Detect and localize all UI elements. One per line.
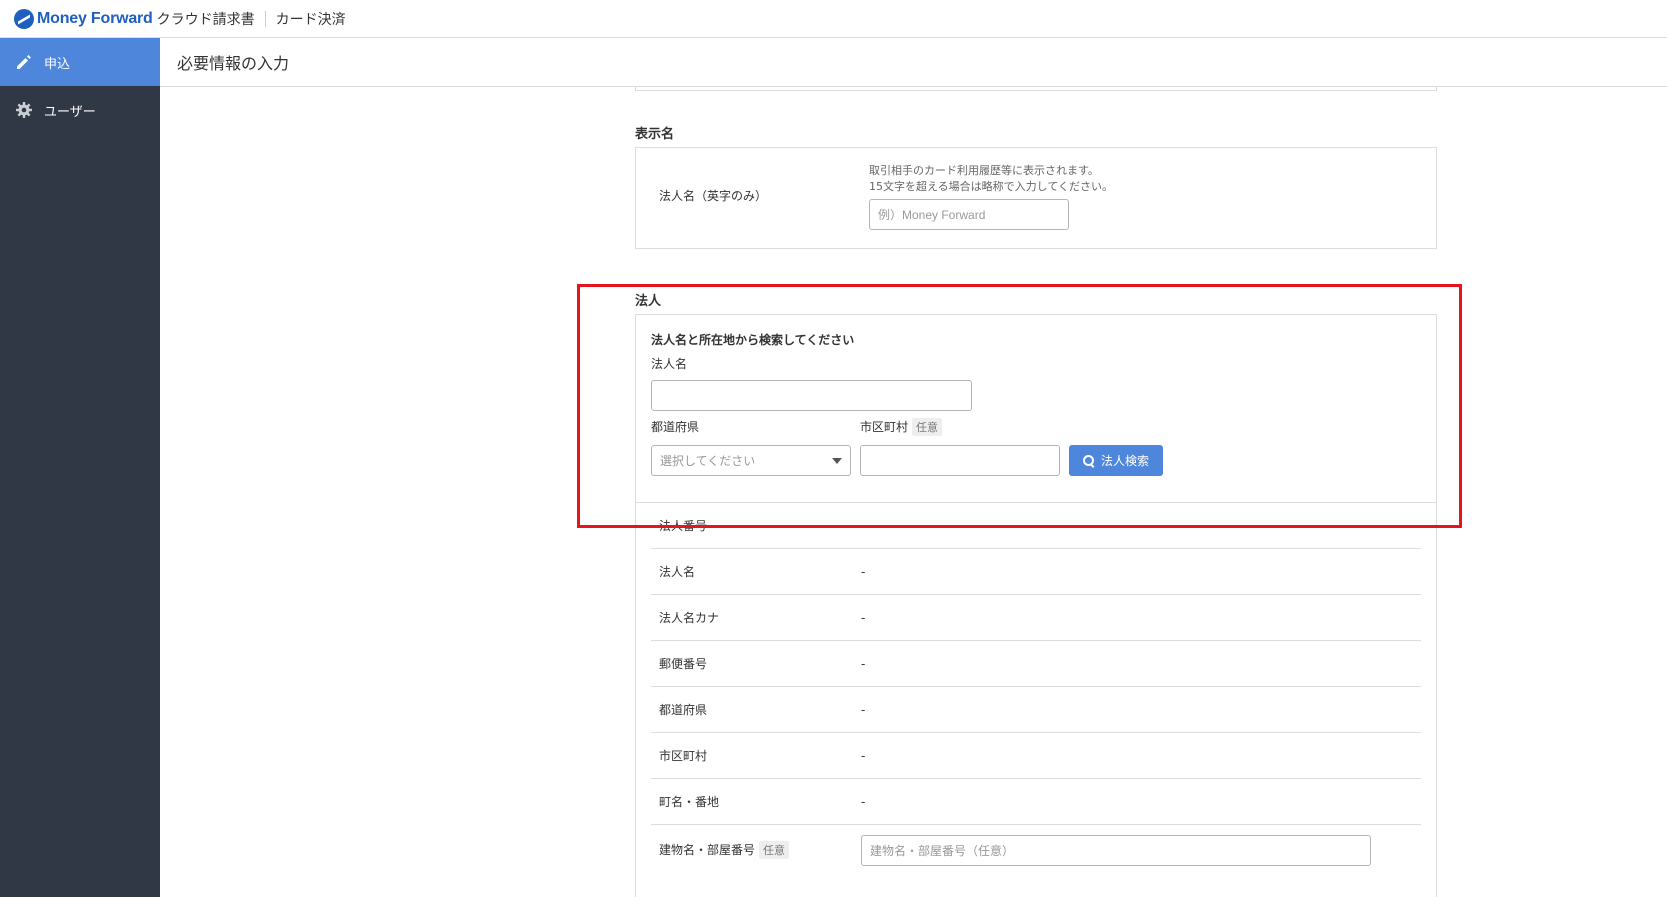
row-label: 郵便番号 <box>659 657 708 671</box>
row-value: - <box>861 564 866 579</box>
optional-badge: 任意 <box>759 841 790 859</box>
row-label: 市区町村 <box>659 749 708 763</box>
topbar-divider <box>264 10 266 27</box>
row-value: - <box>861 794 866 809</box>
table-row: 市区町村 - <box>651 733 1421 779</box>
sidebar-item-users[interactable]: ユーザー <box>0 86 160 134</box>
top-bar: Money Forward クラウド請求書 カード決済 <box>0 0 1667 38</box>
row-label-group: 建物名・部屋番号 任意 <box>651 841 861 859</box>
money-forward-logo-icon <box>14 8 34 29</box>
highlight-box <box>577 284 1462 528</box>
pencil-icon <box>14 52 34 72</box>
table-row: 町名・番地 - <box>651 779 1421 825</box>
english-name-hint-2: 15文字を超える場合は略称で入力してください。 <box>869 180 1114 193</box>
service-name: カード決済 <box>275 11 346 28</box>
sidebar-item-label: 申込 <box>44 56 71 72</box>
display-name-section-title: 表示名 <box>635 127 675 142</box>
row-label: 都道府県 <box>659 703 708 717</box>
row-value: - <box>861 748 866 763</box>
building-label: 建物名・部屋番号 <box>659 843 756 857</box>
table-row: 建物名・部屋番号 任意 建物名・部屋番号（任意） <box>651 825 1421 875</box>
table-row: 法人名 - <box>651 549 1421 595</box>
english-name-hint-1: 取引相手のカード利用履歴等に表示されます。 <box>869 164 1099 177</box>
sidebar-item-apply[interactable]: 申込 <box>0 38 160 86</box>
building-input[interactable]: 建物名・部屋番号（任意） <box>861 834 1371 866</box>
english-name-input[interactable]: 例）Money Forward <box>869 199 1069 230</box>
previous-card-bottom <box>635 87 1437 91</box>
english-name-label: 法人名（英字のみ） <box>659 189 768 203</box>
row-value: - <box>861 610 866 625</box>
gear-icon <box>14 100 34 120</box>
row-label: 法人名 <box>659 565 696 579</box>
table-row: 都道府県 - <box>651 687 1421 733</box>
row-label: 町名・番地 <box>659 795 720 809</box>
row-value: - <box>861 702 866 717</box>
sidebar: 申込 ユーザー <box>0 38 160 897</box>
product-name: クラウド請求書 <box>156 11 255 28</box>
table-row: 郵便番号 - <box>651 641 1421 687</box>
brand-name: Money Forward <box>37 9 153 27</box>
table-row: 法人名カナ - <box>651 595 1421 641</box>
sidebar-item-label: ユーザー <box>44 104 96 120</box>
display-name-card: 法人名（英字のみ） 取引相手のカード利用履歴等に表示されます。 15文字を超える… <box>635 147 1437 249</box>
row-value: - <box>861 656 866 671</box>
row-label: 法人名カナ <box>659 611 720 625</box>
page-title: 必要情報の入力 <box>160 38 1667 87</box>
